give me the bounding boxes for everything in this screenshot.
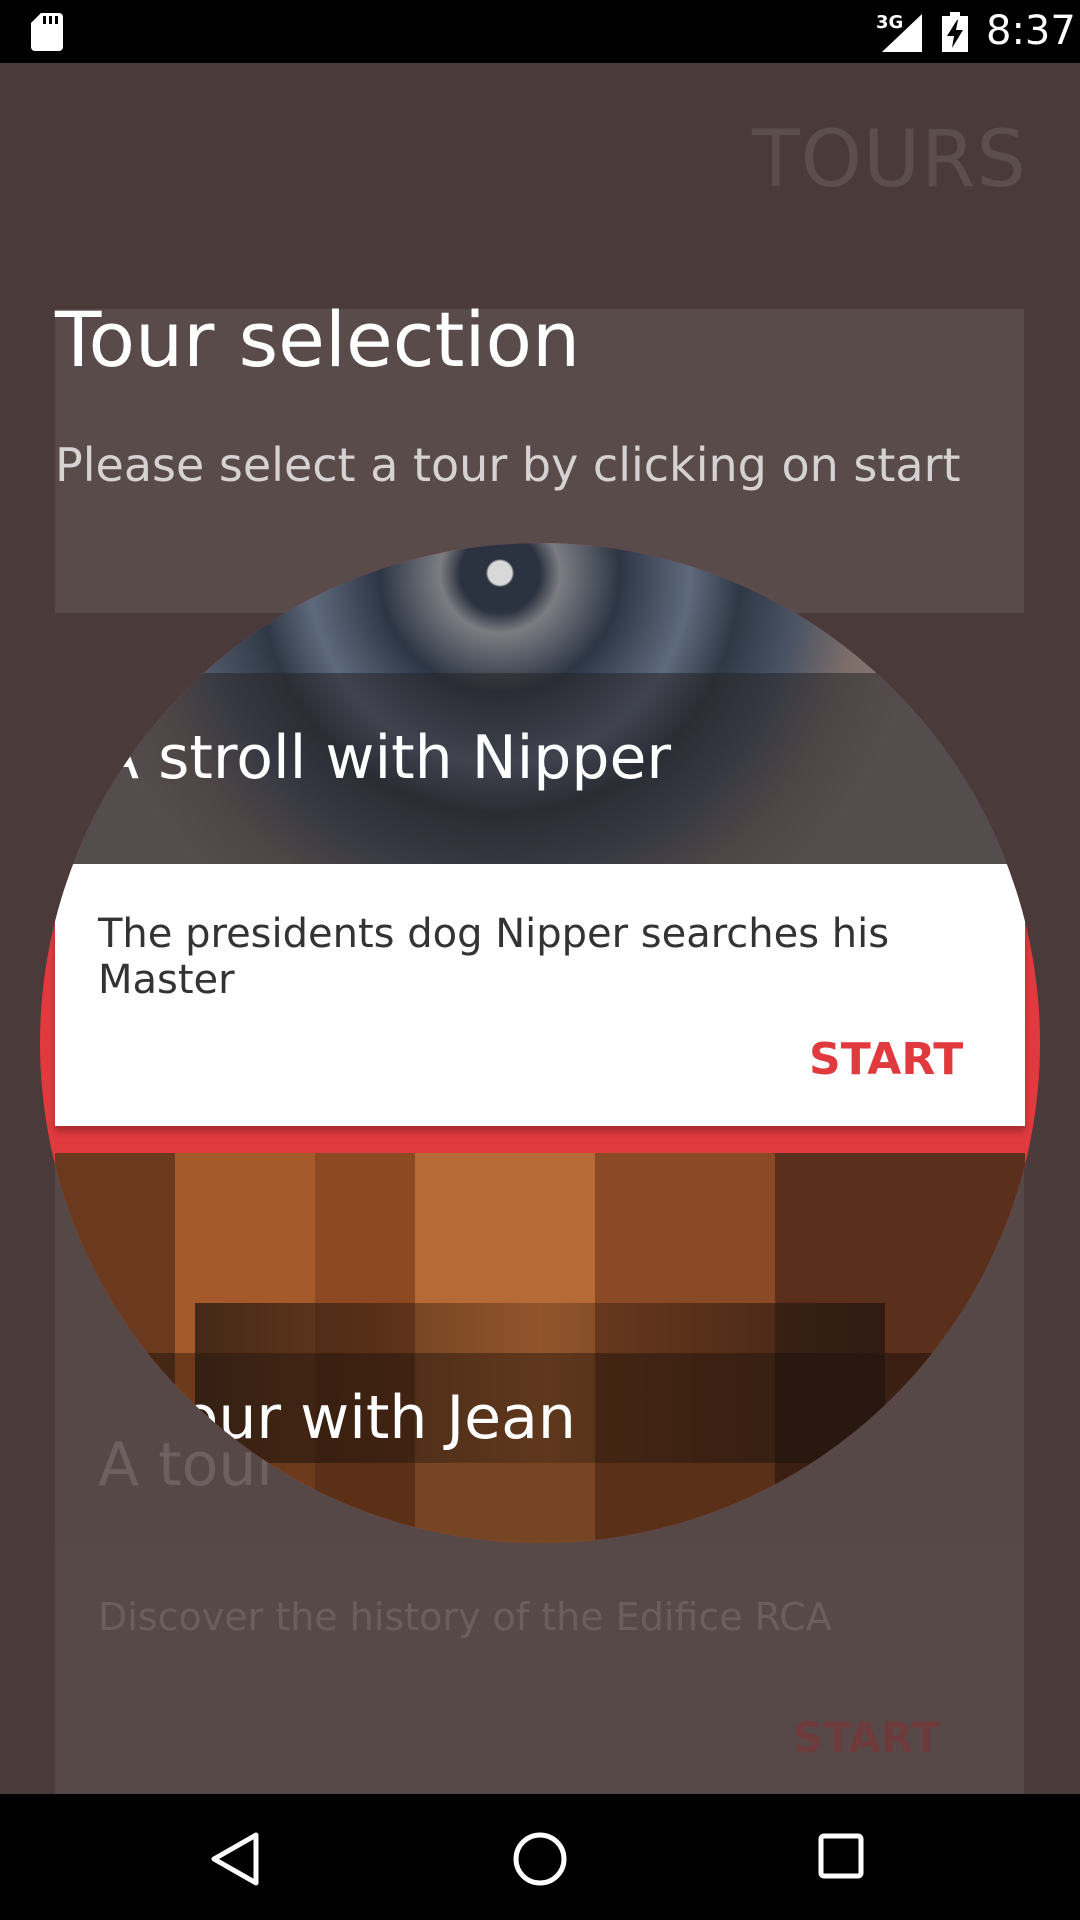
tour-1-title: A stroll with Nipper — [98, 723, 672, 793]
tour-2-start-button[interactable]: START — [793, 1713, 940, 1762]
recents-icon[interactable] — [818, 1833, 864, 1879]
status-bar: 3G 8:37 — [0, 0, 1080, 63]
app-screen: TOURS Discover the history of the Edific… — [0, 63, 1080, 1794]
signal-icon — [882, 14, 922, 52]
tour-1-description: The presidents dog Nipper searches his M… — [98, 911, 890, 1003]
tour-2-description: Discover the history of the Edifice RCA — [98, 1595, 832, 1639]
tour-2-title: A tour with Jean — [98, 1383, 576, 1453]
dialog-title: Tour selection — [55, 295, 581, 384]
home-icon[interactable] — [512, 1831, 568, 1887]
tour-1-card-body: The presidents dog Nipper searches his M… — [55, 864, 1025, 1126]
battery-charging-icon — [942, 12, 968, 52]
circular-reveal-overlay: A stroll with Nipper The presidents dog … — [40, 543, 1040, 1543]
app-title: TOURS — [752, 115, 1027, 205]
status-time: 8:37 — [986, 8, 1076, 54]
navigation-bar — [0, 1794, 1080, 1920]
back-icon[interactable] — [210, 1831, 260, 1887]
sd-card-icon — [31, 13, 63, 51]
tour-2-image — [55, 1153, 1025, 1543]
tour-1-start-button[interactable]: START — [809, 1034, 963, 1085]
dialog-subtitle: Please select a tour by clicking on star… — [55, 438, 961, 492]
